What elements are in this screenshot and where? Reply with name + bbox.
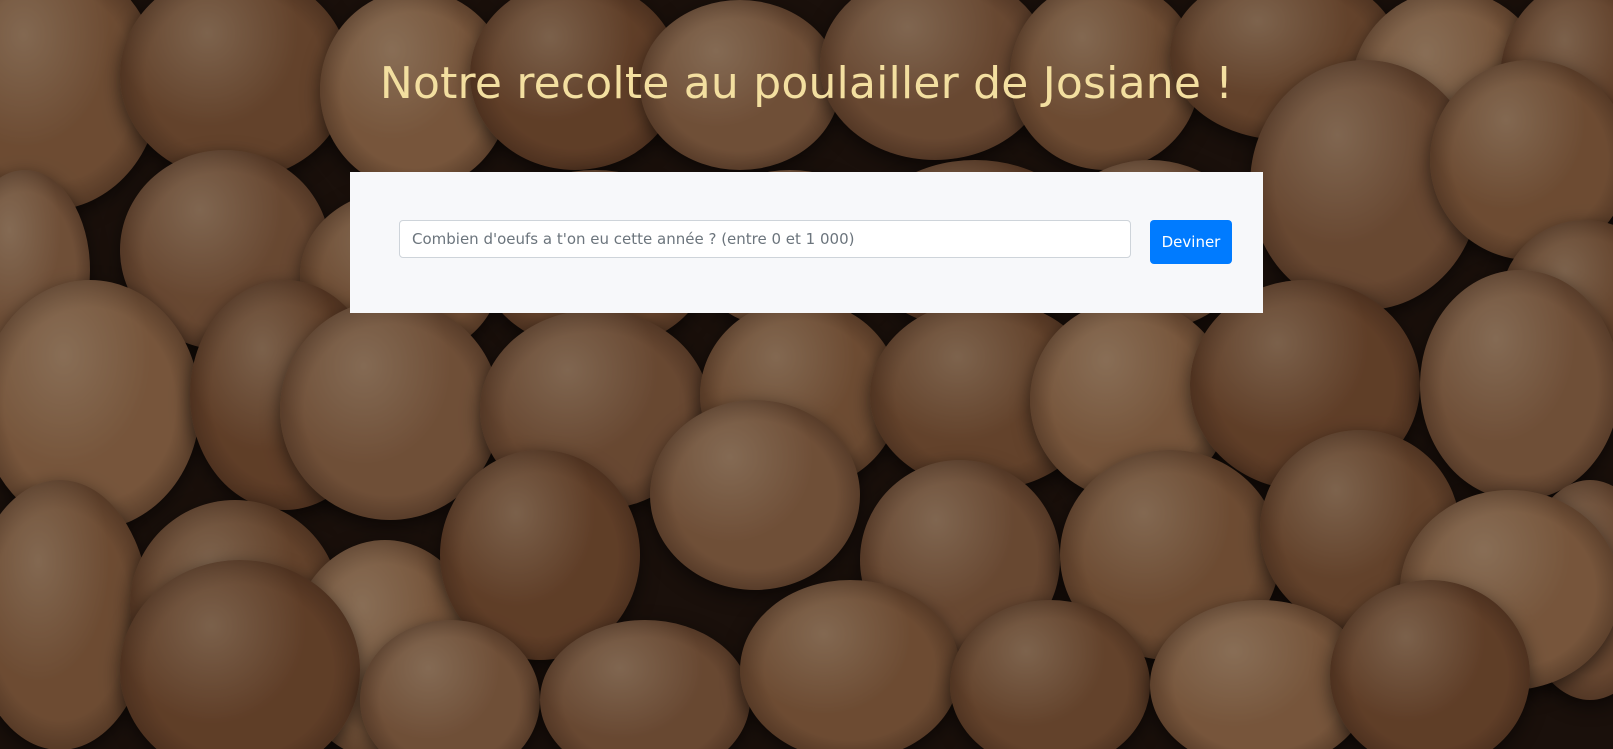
background-overlay: [0, 0, 1613, 749]
guess-input[interactable]: [399, 220, 1131, 258]
guess-button[interactable]: Deviner: [1150, 220, 1232, 264]
page-title: Notre recolte au poulailler de Josiane !: [379, 58, 1234, 109]
guess-form-card: Deviner: [350, 172, 1263, 313]
